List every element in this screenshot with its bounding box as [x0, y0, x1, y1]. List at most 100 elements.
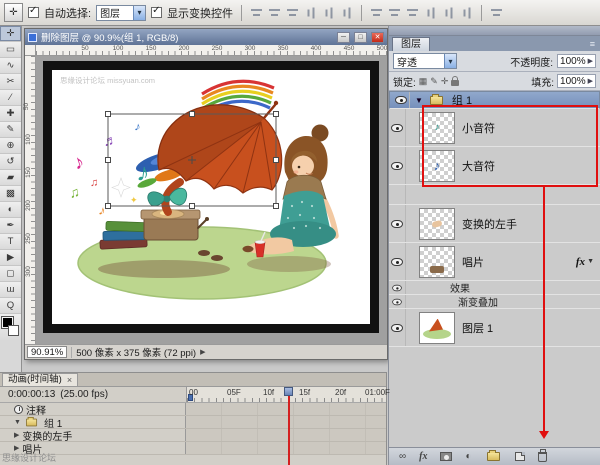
new-group-icon[interactable]: [487, 452, 500, 461]
layer-row-layer-1[interactable]: 图层 1: [389, 309, 600, 347]
layer-thumbnail[interactable]: [419, 208, 455, 240]
gradient-tool[interactable]: ▩: [0, 186, 21, 202]
lock-pixels-icon[interactable]: ✎: [430, 77, 438, 86]
auto-select-checkbox[interactable]: [28, 7, 39, 18]
track-record[interactable]: ▶ 唱片: [0, 442, 386, 455]
align-top-edges-icon[interactable]: [250, 7, 263, 19]
distribute-horizontal-centers-icon[interactable]: [443, 6, 455, 19]
gradient-overlay-row[interactable]: 渐变叠加: [389, 295, 600, 309]
visibility-toggle[interactable]: [389, 295, 406, 308]
canvas-illustration[interactable]: 思缘设计论坛 missyuan.com: [52, 70, 370, 324]
layer-thumbnail[interactable]: [419, 312, 455, 344]
visibility-toggle[interactable]: [389, 281, 406, 294]
dodge-tool[interactable]: ◐: [0, 202, 21, 218]
distribute-right-edges-icon[interactable]: [461, 6, 473, 19]
lasso-tool[interactable]: ∿: [0, 58, 21, 74]
align-right-edges-icon[interactable]: [341, 6, 353, 19]
expand-triangle-icon[interactable]: ▼: [415, 96, 423, 105]
path-select-tool[interactable]: ▶: [0, 250, 21, 266]
brush-tool[interactable]: ✎: [0, 122, 21, 138]
auto-align-layers-icon[interactable]: [490, 7, 503, 19]
type-tool[interactable]: T: [0, 234, 21, 250]
align-horizontal-centers-icon[interactable]: [323, 6, 335, 19]
link-layers-icon[interactable]: ∞: [399, 452, 406, 462]
track-label-cell[interactable]: ▼ 组 1: [0, 416, 186, 428]
expand-triangle-icon[interactable]: ▼: [14, 419, 21, 426]
layer-style-badge[interactable]: fx ▼: [576, 256, 594, 268]
visibility-toggle[interactable]: [389, 309, 406, 346]
playhead-handle[interactable]: [284, 387, 293, 396]
visibility-toggle[interactable]: [389, 205, 406, 242]
current-time-display[interactable]: 0:00:00:13 (25.00 fps): [8, 389, 108, 400]
history-brush-tool[interactable]: ↺: [0, 154, 21, 170]
panel-dock-header[interactable]: [389, 26, 600, 36]
add-layer-mask-icon[interactable]: [440, 452, 452, 461]
zoom-level-field[interactable]: 90.91%: [27, 346, 67, 358]
svg-text:♬: ♬: [102, 131, 118, 149]
vertical-ruler[interactable]: 50 100 150 200 250 300: [25, 56, 36, 344]
align-bottom-edges-icon[interactable]: [286, 7, 299, 19]
pen-tool[interactable]: ✒: [0, 218, 21, 234]
lock-position-icon[interactable]: ✛: [441, 77, 449, 86]
hand-tool[interactable]: ɯ: [0, 282, 21, 298]
visibility-toggle[interactable]: [389, 109, 406, 146]
auto-select-dropdown[interactable]: 图层 ▾: [96, 5, 146, 21]
shape-tool[interactable]: ◻: [0, 266, 21, 282]
maximize-button[interactable]: □: [354, 32, 367, 43]
visibility-toggle[interactable]: [393, 92, 410, 108]
marquee-tool[interactable]: ▭: [0, 42, 21, 58]
close-icon[interactable]: ×: [67, 374, 72, 386]
track-lane[interactable]: [186, 429, 386, 441]
panel-menu-icon[interactable]: ≡: [590, 39, 595, 49]
distribute-left-edges-icon[interactable]: [425, 6, 437, 19]
close-button[interactable]: ✕: [371, 32, 384, 43]
align-left-edges-icon[interactable]: [305, 6, 317, 19]
layer-row-record[interactable]: 唱片 fx ▼: [389, 243, 600, 281]
show-transform-checkbox[interactable]: [151, 7, 162, 18]
crop-tool[interactable]: ✂: [0, 74, 21, 90]
track-lane[interactable]: [186, 403, 386, 415]
new-adjustment-layer-icon[interactable]: ◐: [465, 452, 471, 462]
delete-layer-icon[interactable]: [538, 452, 547, 462]
distribute-vertical-centers-icon[interactable]: [388, 7, 401, 19]
align-vertical-centers-icon[interactable]: [268, 7, 281, 19]
opacity-field[interactable]: 100% ▶: [557, 54, 596, 68]
status-menu-arrow-icon[interactable]: ▶: [200, 348, 205, 356]
eraser-tool[interactable]: ▰: [0, 170, 21, 186]
distribute-top-edges-icon[interactable]: [370, 7, 383, 19]
eye-icon: [391, 324, 403, 332]
track-left-hand[interactable]: ▶ 变换的左手: [0, 429, 386, 442]
stopwatch-icon[interactable]: [14, 405, 23, 414]
track-label-cell[interactable]: ▶ 变换的左手: [0, 429, 186, 441]
expand-triangle-icon[interactable]: ▶: [14, 431, 19, 439]
lock-transparency-icon[interactable]: ▦: [419, 77, 428, 86]
track-lane[interactable]: [186, 416, 386, 428]
effects-row[interactable]: 效果: [389, 281, 600, 295]
fill-field[interactable]: 100% ▶: [557, 74, 596, 88]
current-tool-button[interactable]: ✛: [4, 3, 23, 22]
background-color-swatch[interactable]: [8, 325, 19, 336]
track-lane[interactable]: [186, 442, 386, 454]
eyedropper-tool[interactable]: ∕: [0, 90, 21, 106]
tab-layers[interactable]: 图层: [392, 37, 430, 51]
playhead-line[interactable]: [288, 395, 290, 465]
clone-stamp-tool[interactable]: ⊕: [0, 138, 21, 154]
layer-row-left-hand[interactable]: 变换的左手: [389, 205, 600, 243]
visibility-toggle[interactable]: [389, 243, 406, 280]
minimize-button[interactable]: ─: [337, 32, 350, 43]
document-title-bar[interactable]: 删除图层 @ 90.9%(组 1, RGB/8) ─ □ ✕: [25, 29, 387, 45]
zoom-tool[interactable]: Q: [0, 298, 21, 314]
document-size-status: 500 像素 x 375 像素 (72 ppi): [76, 345, 196, 359]
distribute-bottom-edges-icon[interactable]: [406, 7, 419, 19]
visibility-toggle[interactable]: [389, 147, 406, 184]
lock-all-icon[interactable]: [451, 80, 459, 86]
add-layer-style-icon[interactable]: fx: [419, 452, 427, 462]
horizontal-ruler[interactable]: 50 100 150 200 250 300 350 400 450 500: [36, 45, 387, 56]
healing-tool[interactable]: ✚: [0, 106, 21, 122]
track-label-cell[interactable]: 注释: [0, 403, 186, 415]
tab-animation-timeline[interactable]: 动画(时间轴) ×: [2, 373, 78, 386]
blend-mode-dropdown[interactable]: 穿透 ▾: [393, 53, 457, 69]
move-tool[interactable]: ✛: [0, 26, 21, 42]
layer-thumbnail[interactable]: [419, 246, 455, 278]
new-layer-icon[interactable]: [515, 452, 525, 461]
